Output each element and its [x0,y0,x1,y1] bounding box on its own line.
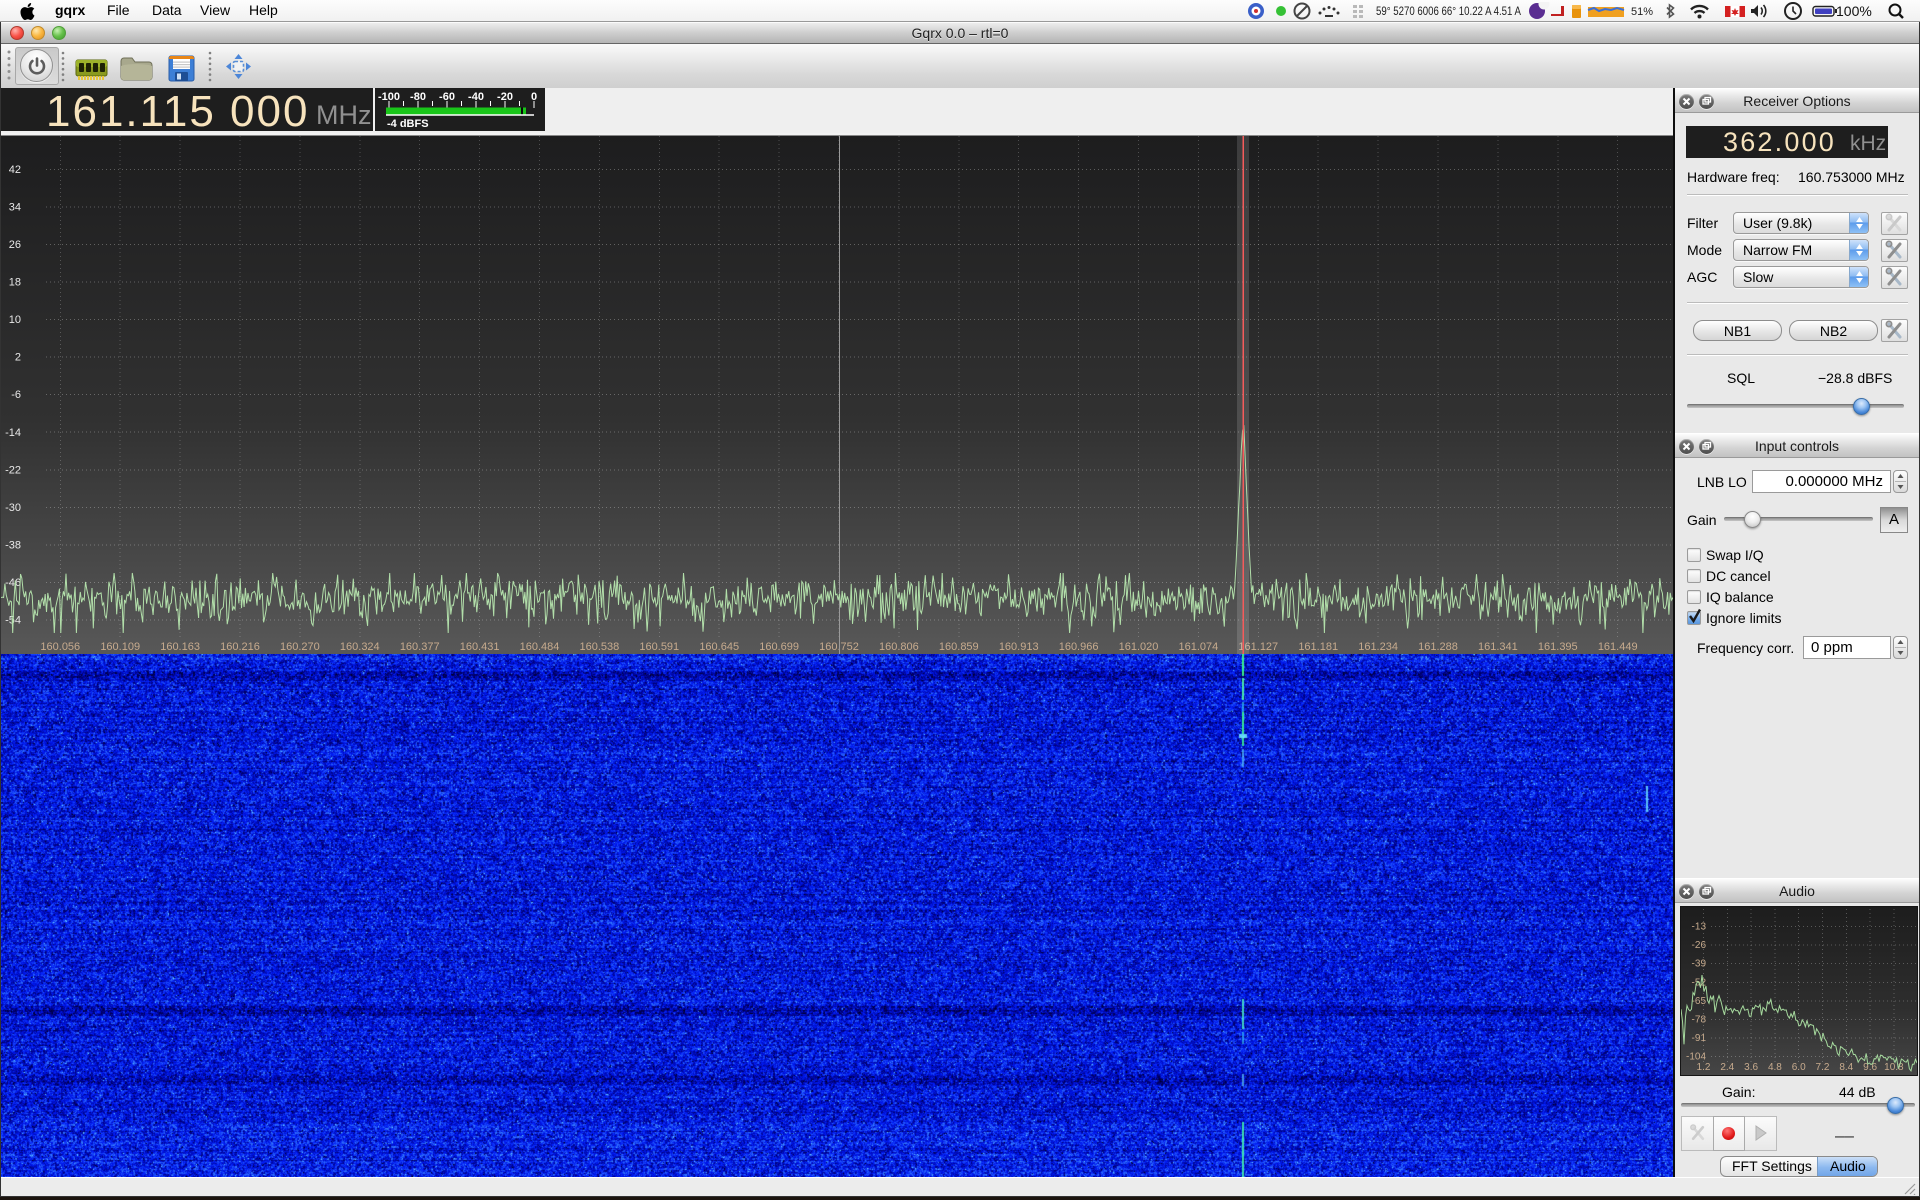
svg-text:42: 42 [9,164,21,176]
svg-text:59° 5270 6006 66° 10.22 A 4.51: 59° 5270 6006 66° 10.22 A 4.51 A [1376,4,1521,18]
svg-text:160.163: 160.163 [160,641,200,653]
svg-text:160.859: 160.859 [939,641,979,653]
svg-text:-46: -46 [5,577,21,589]
svg-text:161.234: 161.234 [1358,641,1398,653]
svg-text:-30: -30 [5,502,21,514]
svg-text:7.2: 7.2 [1816,1062,1830,1073]
svg-text:161.181: 161.181 [1298,641,1338,653]
svg-text:-4 dBFS: -4 dBFS [387,118,429,130]
svg-text:160.484: 160.484 [520,641,560,653]
svg-text:161.288: 161.288 [1418,641,1458,653]
svg-text:161.449: 161.449 [1598,641,1638,653]
svg-text:160.913: 160.913 [999,641,1039,653]
svg-text:160.645: 160.645 [699,641,739,653]
svg-text:160.270: 160.270 [280,641,320,653]
svg-text:6.0: 6.0 [1792,1062,1806,1073]
svg-text:160.056: 160.056 [40,641,80,653]
svg-text:-78: -78 [1692,1015,1707,1026]
svg-text:160.109: 160.109 [100,641,140,653]
svg-text:-39: -39 [1692,959,1707,970]
svg-text:-26: -26 [1692,940,1707,951]
svg-text:2.4: 2.4 [1720,1062,1734,1073]
svg-text:160.431: 160.431 [460,641,500,653]
svg-text:-13: -13 [1692,922,1707,933]
svg-text:160.324: 160.324 [340,641,380,653]
svg-text:-65: -65 [1692,996,1707,1007]
svg-text:161.020: 161.020 [1119,641,1159,653]
svg-text:8.4: 8.4 [1839,1062,1853,1073]
svg-text:10: 10 [9,314,21,326]
svg-text:-38: -38 [5,539,21,551]
svg-text:-6: -6 [11,389,21,401]
svg-text:160.806: 160.806 [879,641,919,653]
svg-text:160.699: 160.699 [759,641,799,653]
svg-text:161.074: 161.074 [1179,641,1219,653]
svg-text:4.8: 4.8 [1768,1062,1782,1073]
svg-text:160.216: 160.216 [220,641,260,653]
svg-text:100%: 100% [1836,3,1872,19]
svg-text:10.8: 10.8 [1884,1062,1904,1073]
svg-text:1.2: 1.2 [1697,1062,1711,1073]
svg-text:51%: 51% [1631,6,1653,18]
svg-text:-91: -91 [1692,1033,1707,1044]
svg-text:2: 2 [15,352,21,364]
svg-text:160.591: 160.591 [639,641,679,653]
svg-text:160.377: 160.377 [400,641,440,653]
svg-text:26: 26 [9,239,21,251]
svg-text:160.538: 160.538 [580,641,620,653]
svg-text:3.6: 3.6 [1744,1062,1758,1073]
svg-text:-22: -22 [5,464,21,476]
svg-text:161.341: 161.341 [1478,641,1518,653]
svg-text:161.395: 161.395 [1538,641,1578,653]
svg-text:160.966: 160.966 [1059,641,1099,653]
svg-text:34: 34 [9,201,21,213]
svg-text:18: 18 [9,277,21,289]
svg-text:-14: -14 [5,427,21,439]
